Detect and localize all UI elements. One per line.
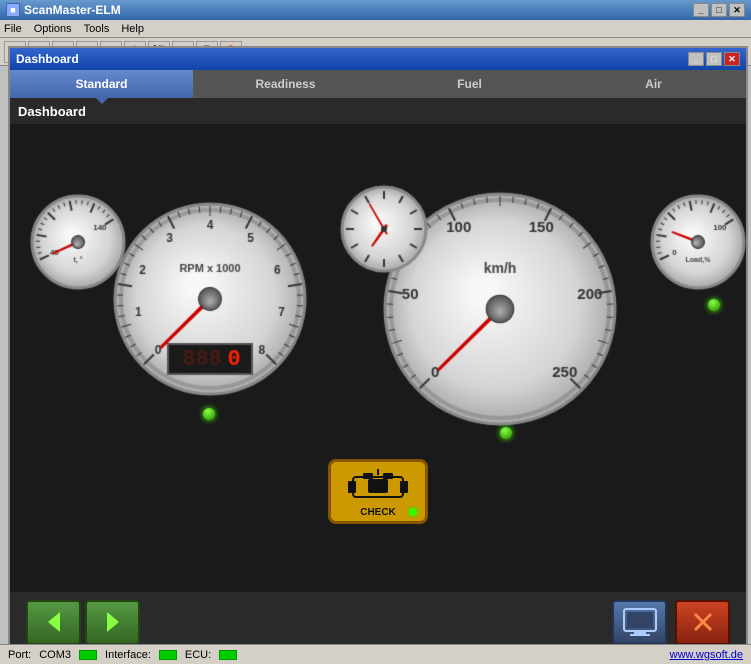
gauge-area: CHECK <box>10 124 746 544</box>
dash-close[interactable]: ✕ <box>724 52 740 66</box>
tab-bar: Standard Readiness Fuel Air <box>10 70 746 98</box>
check-engine-light: CHECK <box>328 459 428 524</box>
menu-options[interactable]: Options <box>34 23 72 35</box>
speed-indicator <box>500 427 512 439</box>
status-bar: Port: COM3 Interface: ECU: www.wgsoft.de <box>0 644 751 664</box>
load-indicator <box>708 299 720 311</box>
port-value: COM3 <box>39 649 71 661</box>
port-indicator <box>79 650 97 660</box>
dashboard-titlebar: Dashboard _ □ ✕ <box>10 48 746 70</box>
interface-indicator <box>159 650 177 660</box>
back-button[interactable] <box>26 600 81 645</box>
dashboard-title: Dashboard <box>16 52 79 66</box>
forward-button[interactable] <box>85 600 140 645</box>
close-button[interactable]: ✕ <box>729 3 745 17</box>
minimize-button[interactable]: _ <box>693 3 709 17</box>
menu-bar: File Options Tools Help <box>0 20 751 38</box>
close-nav-button[interactable] <box>675 600 730 645</box>
website-link[interactable]: www.wgsoft.de <box>670 649 743 661</box>
port-label: Port: <box>8 649 31 661</box>
dash-minimize[interactable]: _ <box>688 52 704 66</box>
menu-file[interactable]: File <box>4 23 22 35</box>
ecu-indicator <box>219 650 237 660</box>
tab-readiness[interactable]: Readiness <box>194 70 378 98</box>
dash-maximize[interactable]: □ <box>706 52 722 66</box>
menu-help[interactable]: Help <box>121 23 144 35</box>
dashboard-window: Dashboard _ □ ✕ Standard Readiness Fuel … <box>8 46 748 654</box>
check-engine-label: CHECK <box>360 507 396 518</box>
tab-fuel[interactable]: Fuel <box>378 70 562 98</box>
menu-tools[interactable]: Tools <box>84 23 110 35</box>
bottom-nav <box>10 592 746 652</box>
app-icon: ■ <box>6 3 20 17</box>
maximize-button[interactable]: □ <box>711 3 727 17</box>
tab-standard[interactable]: Standard <box>10 70 194 98</box>
tab-air[interactable]: Air <box>562 70 746 98</box>
ecu-label: ECU: <box>185 649 211 661</box>
app-titlebar: ■ ScanMaster-ELM _ □ ✕ <box>0 0 751 20</box>
app-title: ScanMaster-ELM <box>24 3 121 17</box>
monitor-button[interactable] <box>612 600 667 645</box>
interface-label: Interface: <box>105 649 151 661</box>
rpm-indicator <box>203 408 215 420</box>
section-label: Dashboard <box>10 98 746 124</box>
